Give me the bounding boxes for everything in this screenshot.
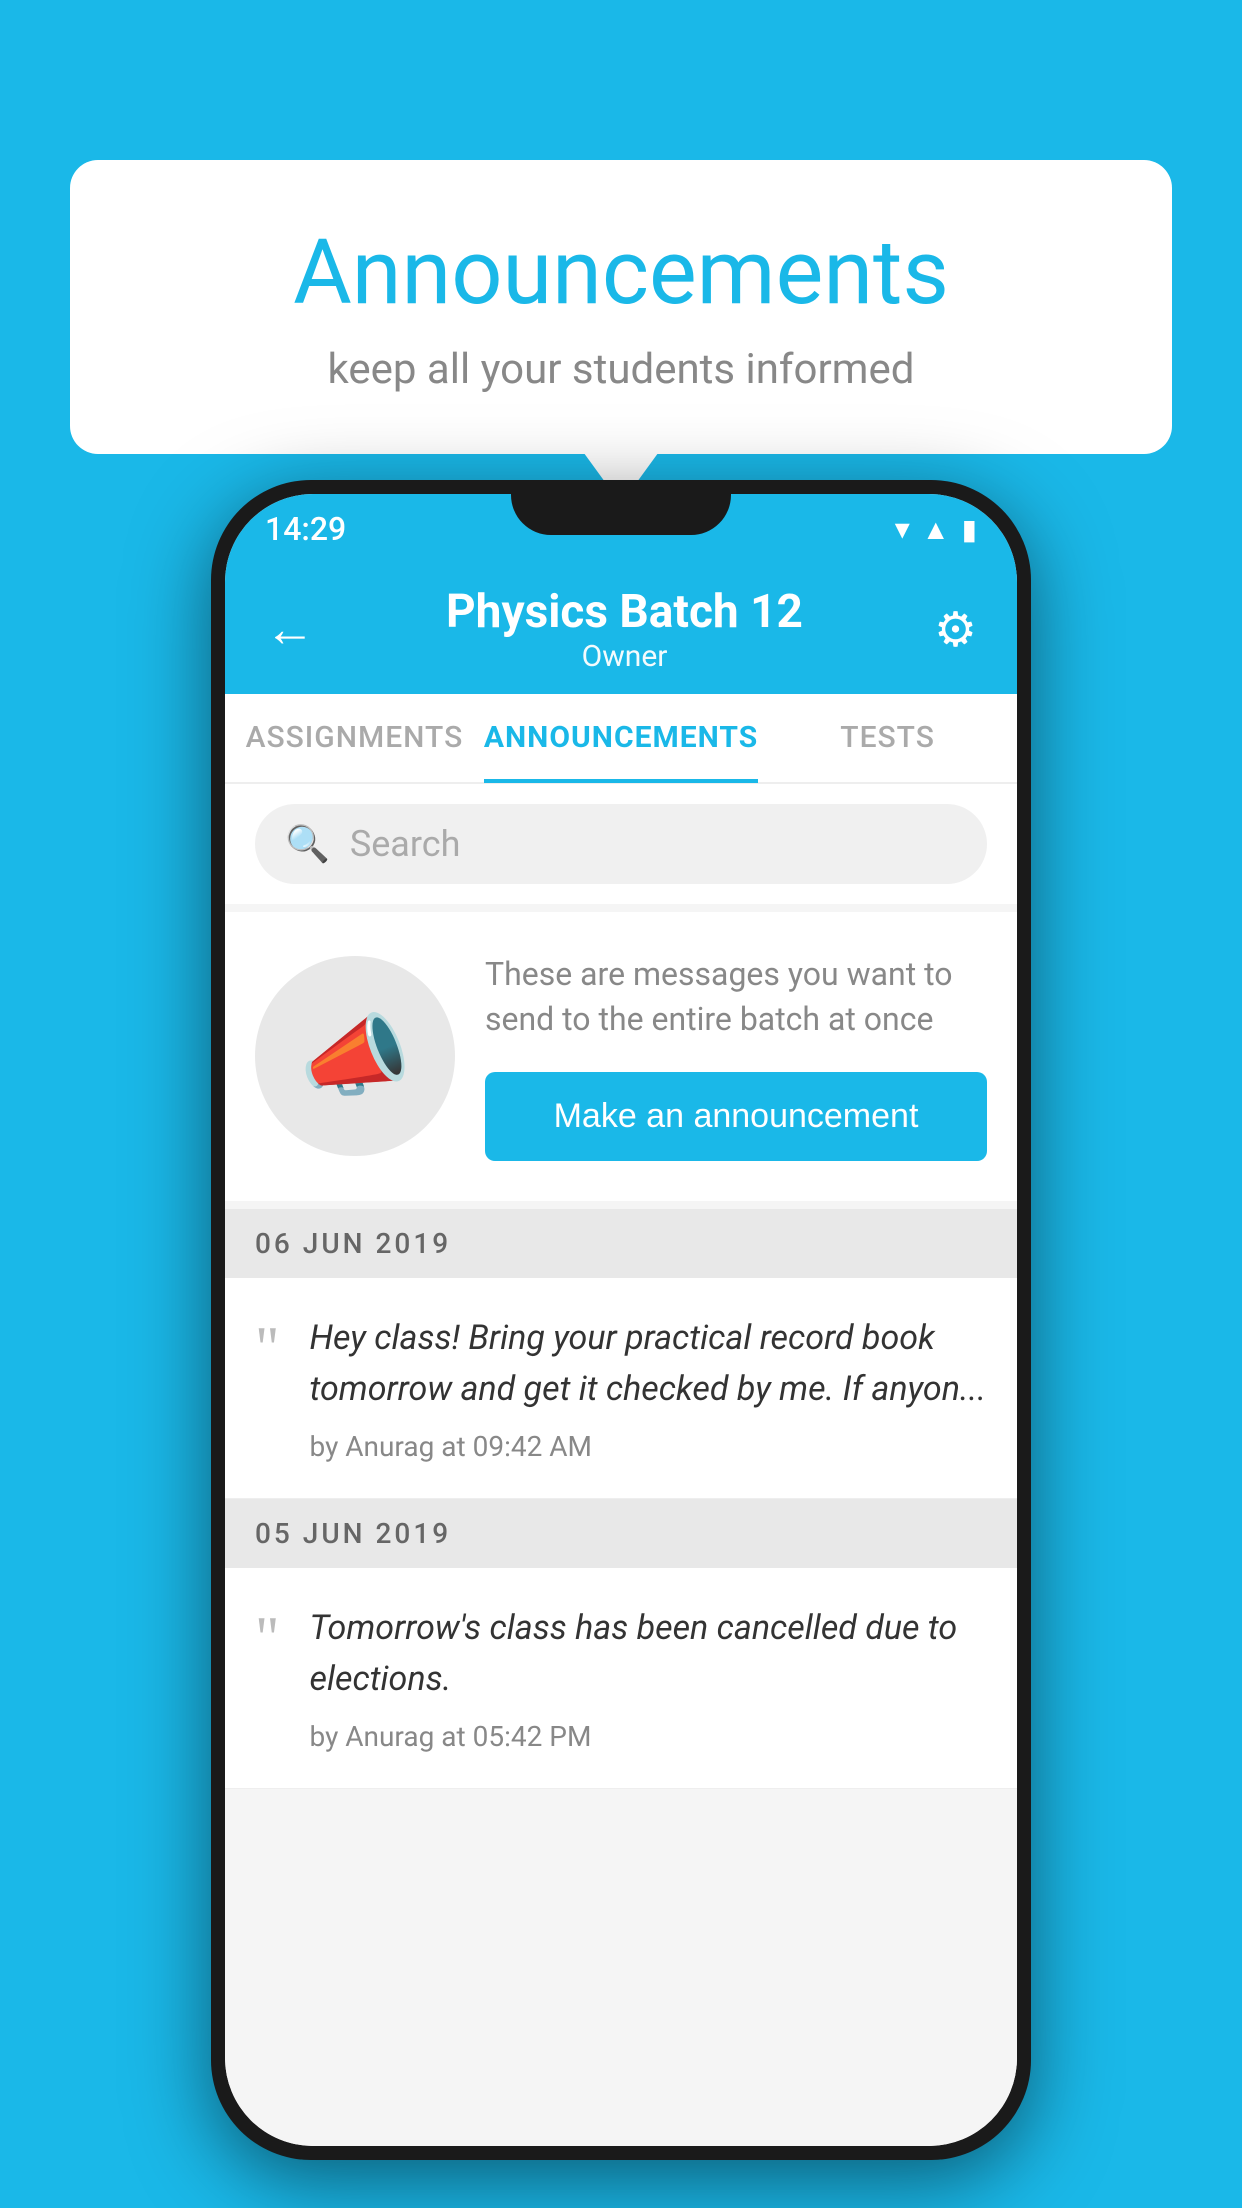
- tab-announcements[interactable]: ANNOUNCEMENTS: [484, 693, 758, 783]
- announcement-text-2: Tomorrow's class has been cancelled due …: [310, 1603, 988, 1705]
- date-separator-2: 05 JUN 2019: [225, 1499, 1017, 1568]
- tab-tests[interactable]: TESTS: [758, 693, 1017, 783]
- settings-icon[interactable]: ⚙: [934, 601, 977, 658]
- speech-bubble-section: Announcements keep all your students inf…: [70, 160, 1172, 454]
- wifi-icon: ▾: [895, 512, 910, 547]
- megaphone-icon: 📣: [299, 1004, 411, 1109]
- tabs-bar: ASSIGNMENTS ANNOUNCEMENTS TESTS: [225, 694, 1017, 784]
- speech-bubble: Announcements keep all your students inf…: [70, 160, 1172, 454]
- quote-icon-1: ": [255, 1318, 280, 1378]
- content-area: 🔍 Search 📣 These are messages you want t…: [225, 784, 1017, 2146]
- make-announcement-button[interactable]: Make an announcement: [485, 1072, 987, 1161]
- announcement-meta-2: by Anurag at 05:42 PM: [310, 1720, 988, 1753]
- announcement-item-2[interactable]: " Tomorrow's class has been cancelled du…: [225, 1568, 1017, 1789]
- search-section: 🔍 Search: [225, 784, 1017, 904]
- announcement-meta-1: by Anurag at 09:42 AM: [310, 1430, 988, 1463]
- header-center: Physics Batch 12 Owner: [446, 585, 803, 674]
- announcement-text-1: Hey class! Bring your practical record b…: [310, 1313, 988, 1415]
- phone-wrapper: 14:29 ▾ ▲ ▮ ← Physics Batch 12 Owner ⚙ A…: [211, 480, 1031, 2160]
- announcement-content-2: Tomorrow's class has been cancelled due …: [310, 1603, 988, 1753]
- bubble-subtitle: keep all your students informed: [150, 345, 1092, 394]
- promo-right: These are messages you want to send to t…: [485, 952, 987, 1161]
- signal-icon: ▲: [922, 513, 950, 546]
- batch-role: Owner: [446, 639, 803, 674]
- megaphone-circle: 📣: [255, 956, 455, 1156]
- status-time: 14:29: [265, 510, 346, 548]
- app-header: ← Physics Batch 12 Owner ⚙: [225, 564, 1017, 694]
- date-separator-1: 06 JUN 2019: [225, 1209, 1017, 1278]
- bubble-title: Announcements: [150, 220, 1092, 325]
- search-placeholder: Search: [350, 823, 461, 865]
- search-bar[interactable]: 🔍 Search: [255, 804, 987, 884]
- search-icon: 🔍: [285, 823, 330, 865]
- tab-assignments[interactable]: ASSIGNMENTS: [225, 693, 484, 783]
- status-icons: ▾ ▲ ▮: [895, 512, 977, 547]
- announcement-content-1: Hey class! Bring your practical record b…: [310, 1313, 988, 1463]
- announcement-item-1[interactable]: " Hey class! Bring your practical record…: [225, 1278, 1017, 1499]
- battery-icon: ▮: [962, 513, 977, 546]
- announcement-promo: 📣 These are messages you want to send to…: [225, 912, 1017, 1201]
- batch-title: Physics Batch 12: [446, 585, 803, 639]
- promo-description: These are messages you want to send to t…: [485, 952, 987, 1042]
- back-button[interactable]: ←: [265, 600, 315, 659]
- phone-notch: [511, 480, 731, 535]
- phone-device: 14:29 ▾ ▲ ▮ ← Physics Batch 12 Owner ⚙ A…: [211, 480, 1031, 2160]
- quote-icon-2: ": [255, 1608, 280, 1668]
- phone-screen: 14:29 ▾ ▲ ▮ ← Physics Batch 12 Owner ⚙ A…: [225, 494, 1017, 2146]
